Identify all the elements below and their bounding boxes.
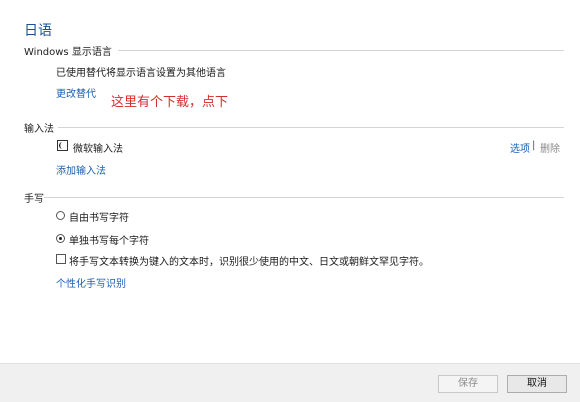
section-divider [118,50,564,51]
section-divider [58,127,564,128]
footer-bar: 保存 取消 [0,363,580,402]
link-separator: | [532,140,536,151]
ime-options-link[interactable]: 选项 [510,140,530,155]
cancel-button[interactable]: 取消 [507,375,567,393]
radio-free-writing-label: 自由书写字符 [69,213,129,224]
page-title: 日语 [24,23,52,39]
radio-single-character-label: 单独书写每个字符 [69,236,149,247]
display-language-heading: Windows 显示语言 [24,47,112,58]
personalize-handwriting-link[interactable]: 个性化手写识别 [56,275,126,290]
ime-icon [57,140,68,151]
annotation-note: 这里有个下载，点下 [111,95,229,110]
radio-free-writing[interactable] [56,211,65,220]
add-input-method-link[interactable]: 添加输入法 [56,162,106,177]
handwriting-heading: 手写 [24,194,44,205]
section-divider [44,197,564,198]
input-method-heading: 输入法 [24,124,54,135]
display-language-status: 已使用替代将显示语言设置为其他语言 [56,68,226,79]
rare-characters-label: 将手写文本转换为键入的文本时，识别很少使用的中文、日文或朝鲜文罕见字符。 [69,257,429,268]
ime-name: 微软输入法 [73,144,123,155]
rare-characters-checkbox[interactable] [56,254,66,264]
change-override-link[interactable]: 更改替代 [56,85,96,100]
save-button[interactable]: 保存 [438,375,498,393]
ime-delete-link[interactable]: 删除 [540,140,560,155]
radio-single-character[interactable] [56,234,65,243]
